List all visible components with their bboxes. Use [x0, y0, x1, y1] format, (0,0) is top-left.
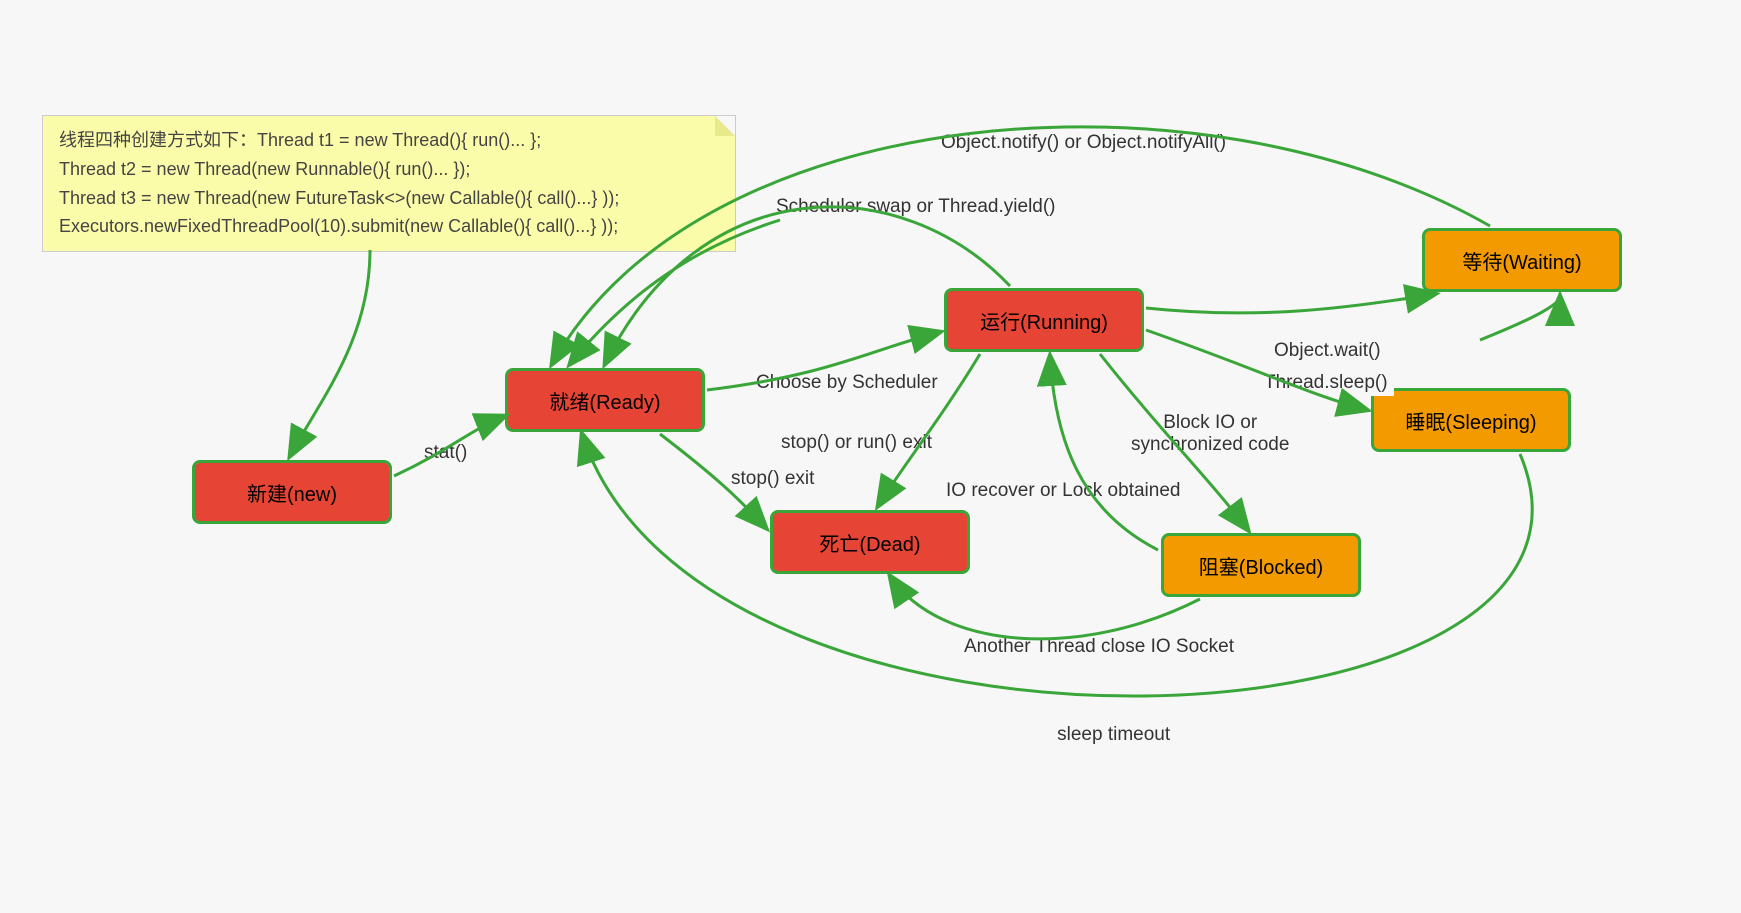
edge-label-notify: Object.notify() or Object.notifyAll()	[935, 130, 1232, 156]
edge-label-recover: IO recover or Lock obtained	[940, 478, 1186, 504]
edge-running-to-waiting	[1146, 294, 1435, 313]
edge-label-stop-run: stop() or run() exit	[775, 430, 938, 456]
state-blocked[interactable]: 阻塞(Blocked)	[1161, 533, 1361, 597]
state-label: 运行(Running)	[980, 306, 1108, 335]
state-new[interactable]: 新建(new)	[192, 460, 392, 524]
state-label: 就绪(Ready)	[549, 386, 660, 415]
edge-label-sleep: Thread.sleep()	[1258, 370, 1394, 396]
edge-label-choose: Choose by Scheduler	[750, 370, 944, 396]
note-line: Thread t2 = new Thread(new Runnable(){ r…	[59, 155, 719, 184]
state-sleeping[interactable]: 睡眠(Sleeping)	[1371, 388, 1571, 452]
note-line: 线程四种创建方式如下：Thread t1 = new Thread(){ run…	[59, 126, 719, 155]
edge-label-sleep-timeout: sleep timeout	[1057, 724, 1170, 745]
edge-label-swap: Scheduler swap or Thread.yield()	[770, 194, 1062, 220]
diagram-canvas: 线程四种创建方式如下：Thread t1 = new Thread(){ run…	[0, 0, 1741, 913]
thread-creation-note: 线程四种创建方式如下：Thread t1 = new Thread(){ run…	[42, 115, 736, 252]
note-fold-icon	[715, 116, 735, 136]
state-dead[interactable]: 死亡(Dead)	[770, 510, 970, 574]
edge-into-waiting	[1480, 296, 1560, 340]
edge-label-start: stat()	[418, 440, 473, 466]
note-line: Executors.newFixedThreadPool(10).submit(…	[59, 212, 719, 241]
state-ready[interactable]: 就绪(Ready)	[505, 368, 705, 432]
edge-note-to-new	[290, 250, 370, 456]
state-label: 新建(new)	[247, 478, 337, 507]
edge-blocked-to-dead	[890, 576, 1200, 639]
edge-label-block: Block IO or synchronized code	[1125, 410, 1295, 458]
note-line: Thread t3 = new Thread(new FutureTask<>(…	[59, 184, 719, 213]
state-label: 睡眠(Sleeping)	[1405, 406, 1536, 435]
edge-label-close-socket: Another Thread close IO Socket	[958, 634, 1240, 660]
state-label: 等待(Waiting)	[1462, 246, 1581, 275]
state-running[interactable]: 运行(Running)	[944, 288, 1144, 352]
state-label: 阻塞(Blocked)	[1199, 551, 1323, 580]
state-waiting[interactable]: 等待(Waiting)	[1422, 228, 1622, 292]
state-label: 死亡(Dead)	[819, 528, 920, 557]
edge-label-stop-exit: stop() exit	[725, 466, 820, 492]
edge-label-wait: Object.wait()	[1268, 338, 1387, 364]
